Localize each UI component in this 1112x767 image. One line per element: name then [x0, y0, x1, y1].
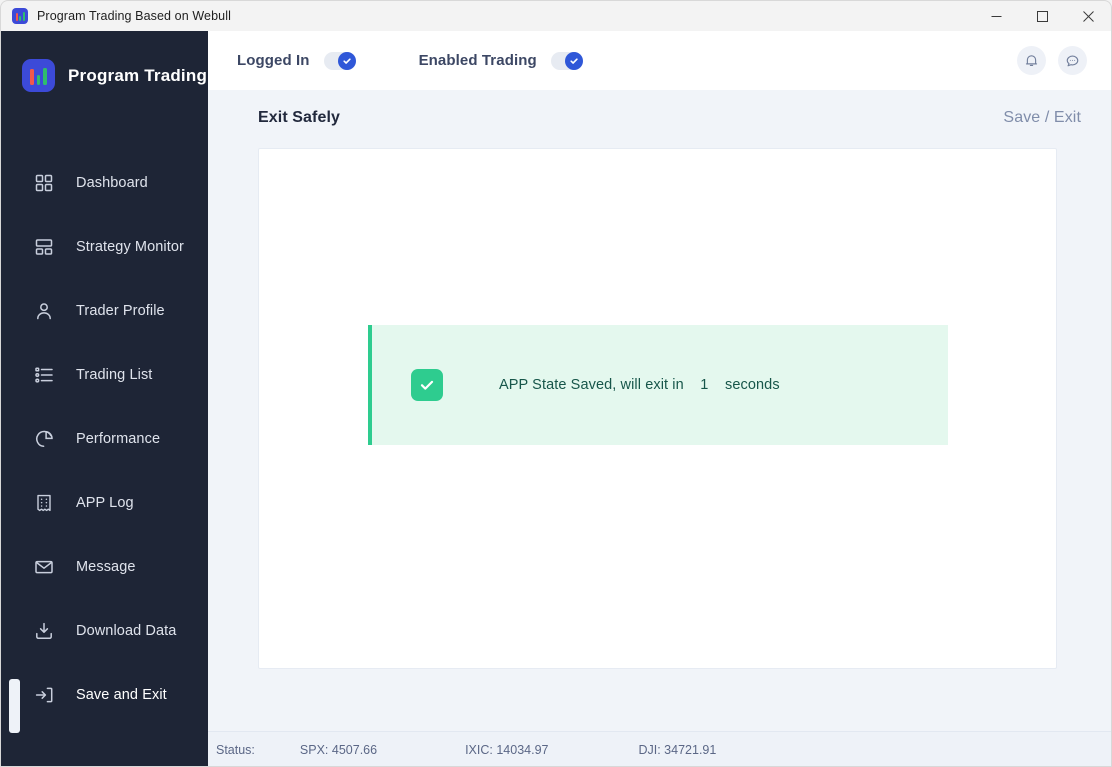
switch-knob-check-icon — [564, 51, 583, 70]
logout-icon — [34, 685, 54, 705]
logged-in-toggle-group: Logged In — [237, 51, 356, 70]
status-index-ixic: IXIC: 14034.97 — [465, 742, 549, 757]
topbar-actions — [1017, 31, 1087, 90]
grid-icon — [34, 173, 54, 193]
sidebar-item-label: Message — [76, 559, 136, 575]
window-titlebar: Program Trading Based on Webull — [0, 0, 1112, 31]
alert-message: APP State Saved, will exit in 1 seconds — [499, 377, 780, 393]
sidebar-item-label: Trader Profile — [76, 303, 165, 319]
minimize-button[interactable] — [973, 1, 1019, 32]
content-card: APP State Saved, will exit in 1 seconds — [258, 148, 1057, 669]
sidebar-item-label: APP Log — [76, 495, 134, 511]
sidebar-item-message[interactable]: Message — [1, 535, 208, 599]
messages-button[interactable] — [1058, 46, 1087, 75]
sidebar-nav: Dashboard Strategy Monitor Trader Profil… — [1, 151, 208, 733]
envelope-icon — [34, 557, 54, 577]
logged-in-switch[interactable] — [323, 51, 356, 70]
switch-knob-check-icon — [337, 51, 356, 70]
application-window: Program Trading Based on Webull Program … — [0, 0, 1112, 767]
maximize-button[interactable] — [1019, 1, 1065, 32]
sidebar-item-label: Save and Exit — [76, 687, 167, 703]
status-index-dji: DJI: 34721.91 — [638, 742, 717, 757]
sidebar: Program Trading Dashboard Strategy Monit… — [1, 31, 208, 766]
close-button[interactable] — [1065, 1, 1111, 32]
chart-bars-icon — [22, 59, 55, 92]
pie-chart-icon — [34, 429, 54, 449]
layout-icon — [34, 237, 54, 257]
statusbar: Status: SPX: 4507.66 IXIC: 14034.97 DJI:… — [208, 731, 1111, 766]
check-square-icon — [411, 369, 443, 401]
sidebar-item-app-log[interactable]: APP Log — [1, 471, 208, 535]
sidebar-item-label: Strategy Monitor — [76, 239, 184, 255]
main-content: Logged In Enabled Trading Exit Safely Sa… — [208, 31, 1111, 766]
logged-in-label: Logged In — [237, 52, 310, 69]
receipt-icon — [34, 493, 54, 513]
chart-bars-icon — [12, 8, 28, 24]
enabled-trading-toggle-group: Enabled Trading — [418, 51, 583, 70]
content-header: Exit Safely Save / Exit — [208, 90, 1111, 151]
save-exit-link[interactable]: Save / Exit — [1003, 109, 1081, 127]
page-title: Exit Safely — [258, 109, 341, 126]
download-icon — [34, 621, 54, 641]
user-icon — [34, 301, 54, 321]
chat-bubble-icon — [1065, 53, 1080, 68]
sidebar-item-download-data[interactable]: Download Data — [1, 599, 208, 663]
window-body: Program Trading Dashboard Strategy Monit… — [0, 31, 1112, 767]
sidebar-item-dashboard[interactable]: Dashboard — [1, 151, 208, 215]
status-index-spx: SPX: 4507.66 — [299, 742, 378, 757]
sidebar-item-label: Trading List — [76, 367, 153, 383]
brand: Program Trading — [1, 31, 208, 98]
sidebar-item-label: Download Data — [76, 623, 177, 639]
sidebar-item-performance[interactable]: Performance — [1, 407, 208, 471]
bell-icon — [1024, 53, 1039, 68]
window-title: Program Trading Based on Webull — [37, 9, 231, 23]
sidebar-item-trader-profile[interactable]: Trader Profile — [1, 279, 208, 343]
sidebar-item-label: Performance — [76, 431, 161, 447]
status-prefix: Status: — [216, 742, 255, 757]
status-alert: APP State Saved, will exit in 1 seconds — [368, 325, 948, 445]
notifications-button[interactable] — [1017, 46, 1046, 75]
sidebar-item-save-and-exit[interactable]: Save and Exit — [1, 663, 208, 733]
list-icon — [34, 365, 54, 385]
sidebar-item-label: Dashboard — [76, 175, 148, 191]
active-item-indicator — [9, 679, 20, 733]
sidebar-item-trading-list[interactable]: Trading List — [1, 343, 208, 407]
sidebar-item-strategy-monitor[interactable]: Strategy Monitor — [1, 215, 208, 279]
enabled-trading-label: Enabled Trading — [418, 52, 537, 69]
brand-name: Program Trading — [68, 65, 208, 85]
topbar: Logged In Enabled Trading — [208, 31, 1111, 90]
enabled-trading-switch[interactable] — [550, 51, 583, 70]
